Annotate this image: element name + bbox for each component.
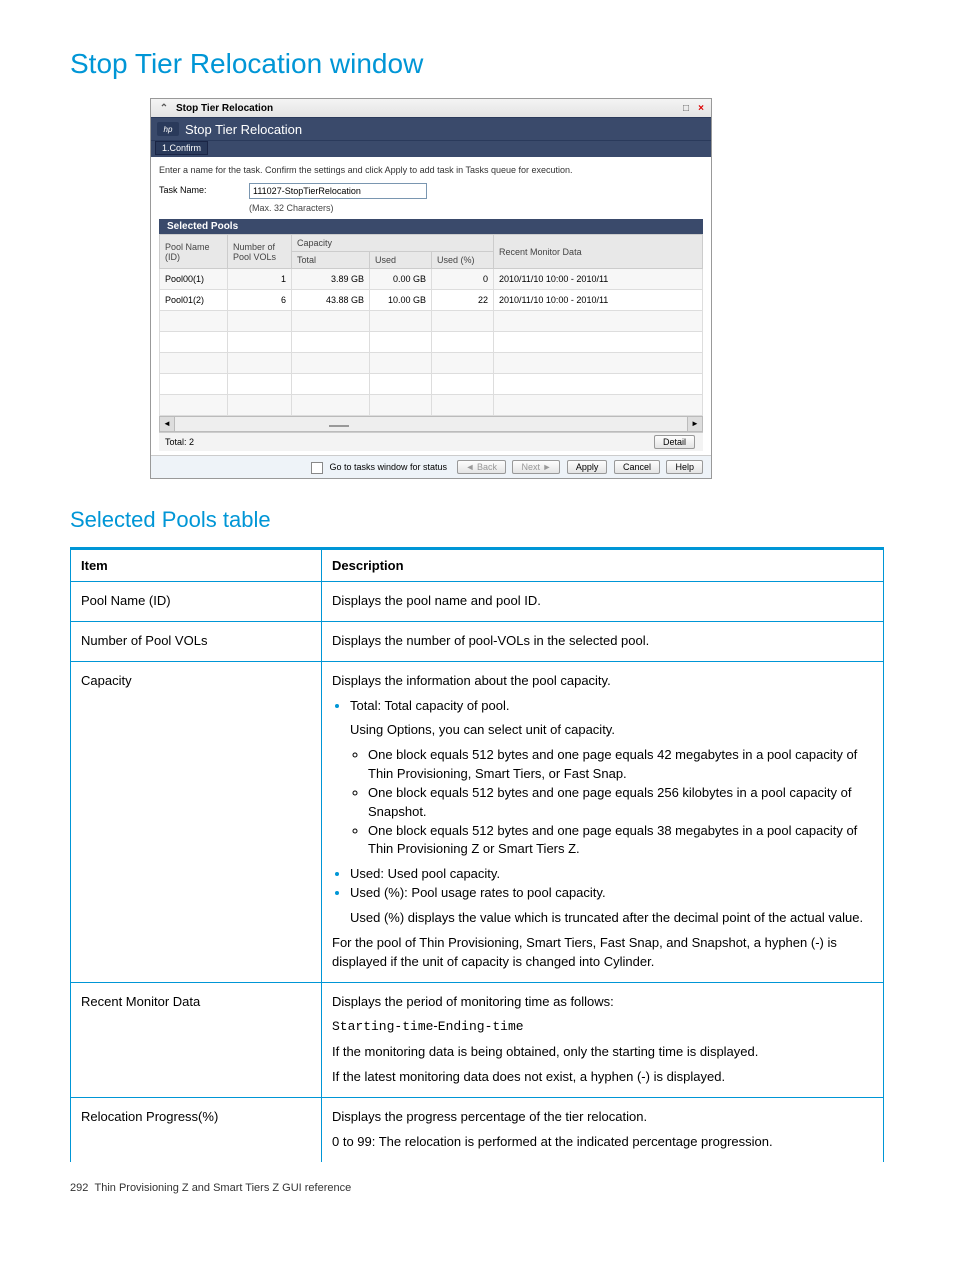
cell: 10.00 GB <box>370 290 432 311</box>
ref-item: Recent Monitor Data <box>71 982 322 1097</box>
table-row <box>160 332 703 353</box>
scroll-right-icon[interactable]: ► <box>687 417 702 431</box>
ref-desc: Displays the pool name and pool ID. <box>322 582 884 622</box>
collapse-icon[interactable]: ⌃ <box>158 103 170 114</box>
help-button[interactable]: Help <box>666 460 703 474</box>
cancel-button[interactable]: Cancel <box>614 460 660 474</box>
ref-desc: Displays the period of monitoring time a… <box>322 982 884 1097</box>
cell: Pool00(1) <box>160 269 228 290</box>
ref-item: Capacity <box>71 661 322 982</box>
col-used: Used <box>370 252 432 269</box>
cell: 2010/11/10 10:00 - 2010/11 <box>494 290 703 311</box>
dialog-title: Stop Tier Relocation <box>185 122 302 137</box>
close-icon[interactable]: × <box>695 103 707 114</box>
cell: 3.89 GB <box>292 269 370 290</box>
table-row[interactable]: Pool00(1) 1 3.89 GB 0.00 GB 0 2010/11/10… <box>160 269 703 290</box>
ref-col-desc: Description <box>322 549 884 582</box>
cell: 22 <box>432 290 494 311</box>
section-selected-pools: Selected Pools <box>159 219 703 234</box>
table-row <box>160 395 703 416</box>
hp-logo-icon: hp <box>157 122 179 136</box>
page-title: Stop Tier Relocation window <box>70 48 884 80</box>
window-title: Stop Tier Relocation <box>176 103 273 114</box>
total-count: Total: 2 <box>165 437 194 447</box>
cell: 0.00 GB <box>370 269 432 290</box>
titlebar: ⌃ Stop Tier Relocation □ × <box>151 99 711 117</box>
dialog-header: hp Stop Tier Relocation <box>151 117 711 141</box>
go-tasks-label: Go to tasks window for status <box>329 462 447 472</box>
col-vols: Number of Pool VOLs <box>228 235 292 269</box>
col-usedp: Used (%) <box>432 252 494 269</box>
col-capacity: Capacity <box>292 235 494 252</box>
dialog-window: ⌃ Stop Tier Relocation □ × hp Stop Tier … <box>150 98 712 479</box>
table-row <box>160 374 703 395</box>
table-row[interactable]: Pool01(2) 6 43.88 GB 10.00 GB 22 2010/11… <box>160 290 703 311</box>
ref-desc: Displays the information about the pool … <box>322 661 884 982</box>
detail-button[interactable]: Detail <box>654 435 695 449</box>
cell: 43.88 GB <box>292 290 370 311</box>
task-name-hint: (Max. 32 Characters) <box>249 203 703 213</box>
task-name-label: Task Name: <box>159 183 229 195</box>
cell: 1 <box>228 269 292 290</box>
next-button: Next ► <box>512 460 560 474</box>
cell: 6 <box>228 290 292 311</box>
step-tabs: 1.Confirm <box>151 141 711 157</box>
col-total: Total <box>292 252 370 269</box>
table-row <box>160 353 703 374</box>
cell: Pool01(2) <box>160 290 228 311</box>
instruction-text: Enter a name for the task. Confirm the s… <box>159 165 703 175</box>
cell: 2010/11/10 10:00 - 2010/11 <box>494 269 703 290</box>
reference-table: Item Description Pool Name (ID) Displays… <box>70 547 884 1162</box>
ref-item: Pool Name (ID) <box>71 582 322 622</box>
go-tasks-checkbox[interactable] <box>311 462 323 474</box>
apply-button[interactable]: Apply <box>567 460 608 474</box>
ref-item: Relocation Progress(%) <box>71 1097 322 1161</box>
section-heading: Selected Pools table <box>70 507 884 533</box>
scroll-thumb[interactable] <box>329 425 349 427</box>
scroll-left-icon[interactable]: ◄ <box>160 417 175 431</box>
ref-item: Number of Pool VOLs <box>71 621 322 661</box>
task-name-input[interactable] <box>249 183 427 199</box>
col-rmd: Recent Monitor Data <box>494 235 703 269</box>
ref-desc: Displays the progress percentage of the … <box>322 1097 884 1161</box>
page-footer: 292 Thin Provisioning Z and Smart Tiers … <box>70 1182 884 1194</box>
pools-table: Pool Name (ID) Number of Pool VOLs Capac… <box>159 234 703 416</box>
cell: 0 <box>432 269 494 290</box>
back-button: ◄ Back <box>457 460 506 474</box>
horizontal-scrollbar[interactable]: ◄ ► <box>159 416 703 432</box>
col-pool: Pool Name (ID) <box>160 235 228 269</box>
table-row <box>160 311 703 332</box>
button-bar: Go to tasks window for status ◄ Back Nex… <box>151 455 711 478</box>
tab-confirm[interactable]: 1.Confirm <box>155 141 208 155</box>
ref-col-item: Item <box>71 549 322 582</box>
ref-desc: Displays the number of pool-VOLs in the … <box>322 621 884 661</box>
maximize-icon[interactable]: □ <box>680 103 692 114</box>
